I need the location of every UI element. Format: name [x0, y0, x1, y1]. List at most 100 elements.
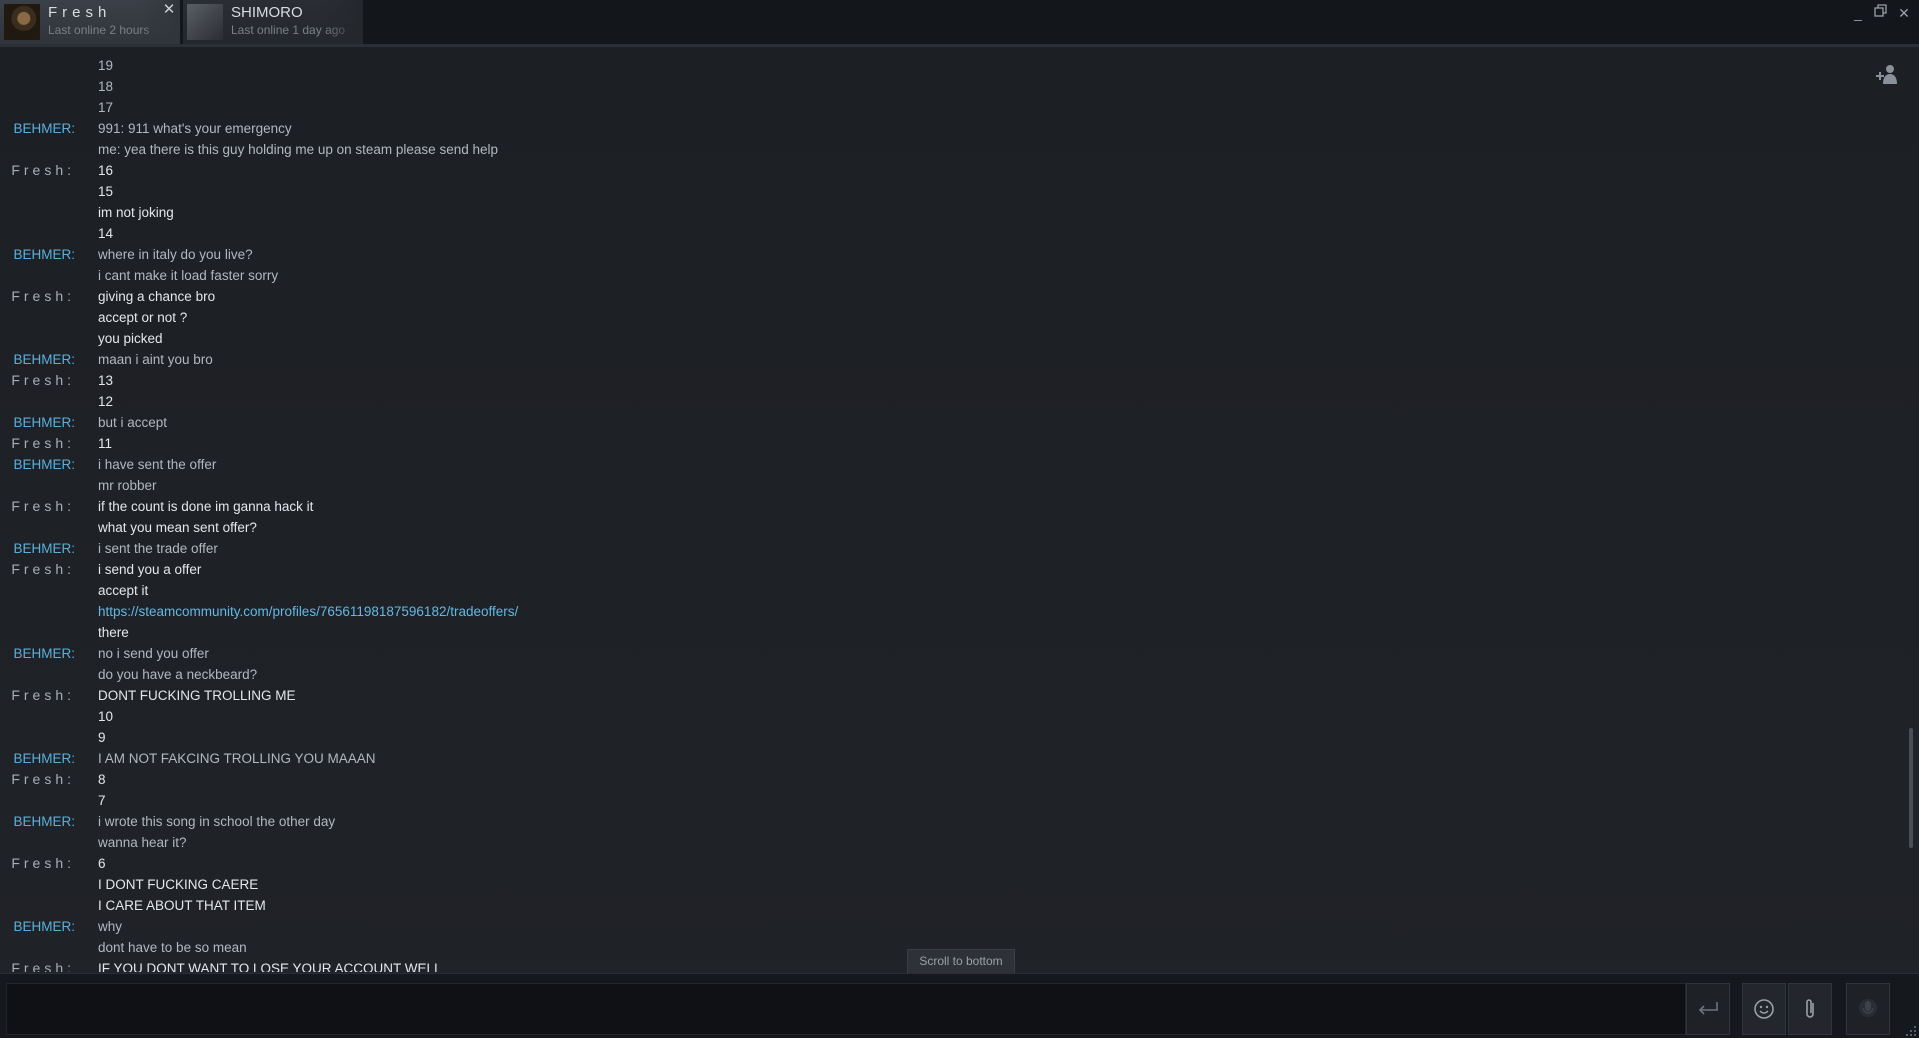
message-text: 12 [98, 394, 114, 409]
chat-message: Fresh: 16 [0, 160, 1900, 181]
chat-message: what you mean sent offer? [0, 517, 1900, 538]
microphone-icon [1859, 999, 1877, 1017]
chat-message: 10 [0, 706, 1900, 727]
chat-message: Fresh: giving a chance bro [0, 286, 1900, 307]
voice-chat-button[interactable] [1846, 983, 1890, 1035]
message-text: accept it [98, 583, 149, 598]
scroll-to-bottom-button[interactable]: Scroll to bottom [907, 949, 1015, 974]
chat-message: im not joking [0, 202, 1900, 223]
message-list: 19 18 17 BEHMER: 991: 911 what's your emerge… [0, 55, 1900, 972]
chat-message: BEHMER: no i send you offer [0, 643, 1900, 664]
message-sender: BEHMER: [13, 919, 75, 934]
message-text: IF YOU DONT WANT TO LOSE YOUR ACCOUNT WE… [98, 961, 442, 972]
chat-message: 18 [0, 76, 1900, 97]
chat-message: BEHMER: I AM NOT FAKCING TROLLING YOU MAA… [0, 748, 1900, 769]
chat-message: accept it [0, 580, 1900, 601]
message-text: i send you a offer [98, 562, 202, 577]
message-text: no i send you offer [98, 646, 209, 661]
message-text: 18 [98, 79, 114, 94]
minimize-icon[interactable]: _ [1849, 4, 1867, 22]
message-text: me: yea there is this guy holding me up … [98, 142, 498, 157]
message-link[interactable]: https://steamcommunity.com/profiles/7656… [98, 601, 518, 622]
message-text: 7 [98, 793, 106, 808]
chat-message: BEHMER: i sent the trade offer [0, 538, 1900, 559]
message-sender: BEHMER: [13, 814, 75, 829]
chat-message: BEHMER: i have sent the offer [0, 454, 1900, 475]
chat-message: 15 [0, 181, 1900, 202]
chat-message: 17 [0, 97, 1900, 118]
tab-friend-name: Fresh [48, 4, 112, 21]
avatar [4, 4, 40, 40]
message-sender: Fresh: [11, 687, 75, 703]
message-text: 9 [98, 730, 106, 745]
message-text: maan i aint you bro [98, 352, 213, 367]
message-text: 14 [98, 226, 114, 241]
chat-message: I DONT FUCKING CAERE [0, 874, 1900, 895]
chat-message: there [0, 622, 1900, 643]
message-text: 13 [98, 373, 114, 388]
message-text: but i accept [98, 415, 168, 430]
message-text: do you have a neckbeard? [98, 667, 258, 682]
message-sender: Fresh: [11, 960, 75, 972]
attach-button[interactable] [1788, 983, 1832, 1035]
tab-friend-name: SHIMORO [231, 4, 303, 21]
message-sender: Fresh: [11, 855, 75, 871]
scrollbar-thumb[interactable] [1909, 728, 1913, 848]
message-text: 991: 911 what's your emergency [98, 121, 292, 136]
message-sender: Fresh: [11, 498, 75, 514]
tab-friend-status: Last online 2 hours [48, 23, 150, 37]
message-text: wanna hear it? [98, 835, 187, 850]
message-area: 19 18 17 BEHMER: 991: 911 what's your emerge… [0, 36, 1900, 972]
message-text: there [98, 625, 129, 640]
resize-grip-icon[interactable] [1905, 1024, 1917, 1036]
message-text: 11 [98, 436, 113, 451]
message-sender: BEHMER: [13, 247, 75, 262]
chat-message: Fresh: DONT FUCKING TROLLING ME [0, 685, 1900, 706]
message-text: why [98, 919, 123, 934]
message-sender: Fresh: [11, 561, 75, 577]
chat-message: 9 [0, 727, 1900, 748]
message-text: i cant make it load faster sorry [98, 268, 279, 283]
chat-message: BEHMER: where in italy do you live? [0, 244, 1900, 265]
emoticon-button[interactable] [1742, 983, 1786, 1035]
message-text: accept or not ? [98, 310, 188, 325]
chat-message: https://steamcommunity.com/profiles/7656… [0, 601, 1900, 622]
chat-window: Fresh Last online 2 hours ✕ SHIMORO Last… [0, 0, 1919, 1038]
message-text: you picked [98, 331, 163, 346]
chat-message: do you have a neckbeard? [0, 664, 1900, 685]
enter-icon [1698, 1002, 1718, 1015]
message-text: 19 [98, 58, 114, 73]
message-sender: Fresh: [11, 372, 75, 388]
message-text: if the count is done im ganna hack it [98, 499, 314, 514]
chat-message: 7 [0, 790, 1900, 811]
smiley-icon [1754, 999, 1774, 1019]
restore-icon[interactable] [1872, 4, 1890, 22]
chat-message: i cant make it load faster sorry [0, 265, 1900, 286]
chat-message: Fresh: 8 [0, 769, 1900, 790]
chat-message: BEHMER: why [0, 916, 1900, 937]
message-input[interactable] [6, 983, 1686, 1035]
send-button[interactable] [1686, 983, 1730, 1035]
close-icon[interactable]: ✕ [1895, 4, 1913, 22]
chat-message: I CARE ABOUT THAT ITEM [0, 895, 1900, 916]
message-text: i have sent the offer [98, 457, 217, 472]
chat-message: 14 [0, 223, 1900, 244]
chat-message: Fresh: i send you a offer [0, 559, 1900, 580]
message-text: mr robber [98, 478, 157, 493]
message-sender: Fresh: [11, 162, 75, 178]
message-text: I DONT FUCKING CAERE [98, 877, 259, 892]
close-tab-icon[interactable]: ✕ [162, 2, 176, 17]
message-sender: BEHMER: [13, 646, 75, 661]
message-text: 17 [98, 100, 114, 115]
message-sender: Fresh: [11, 288, 75, 304]
avatar [187, 4, 223, 40]
message-sender: Fresh: [11, 435, 75, 451]
chat-message: accept or not ? [0, 307, 1900, 328]
message-text: 6 [98, 856, 106, 871]
message-text: i wrote this song in school the other da… [98, 814, 336, 829]
chat-message: Fresh: 13 [0, 370, 1900, 391]
message-text: 15 [98, 184, 114, 199]
message-text: I AM NOT FAKCING TROLLING YOU MAAAN [98, 751, 376, 766]
message-text: where in italy do you live? [98, 247, 253, 262]
message-text: 10 [98, 709, 114, 724]
